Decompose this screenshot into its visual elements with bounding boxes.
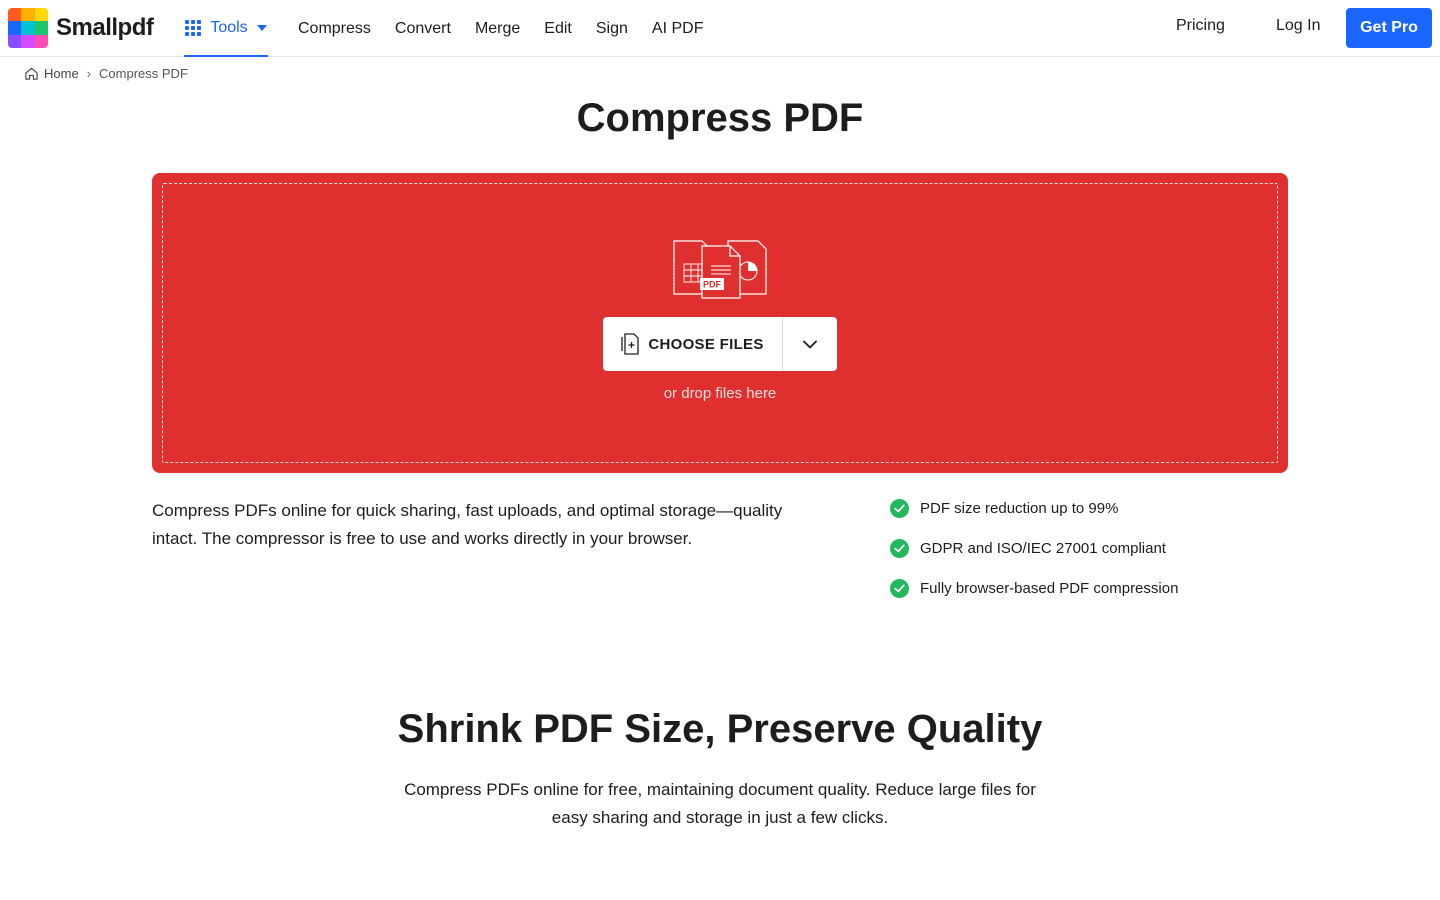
tools-label: Tools — [210, 18, 248, 36]
top-navigation: Smallpdf Tools Compress Convert Merge Ed… — [0, 0, 1440, 57]
main-nav: Compress Convert Merge Edit Sign AI PDF — [298, 0, 727, 57]
nav-merge[interactable]: Merge — [475, 20, 520, 38]
pricing-link[interactable]: Pricing — [1176, 17, 1225, 35]
check-circle-icon — [890, 538, 909, 558]
feature-text: GDPR and ISO/IEC 27001 compliant — [920, 539, 1166, 557]
feature-list: PDF size reduction up to 99% GDPR and IS… — [890, 498, 1178, 618]
svg-text:PDF: PDF — [703, 280, 722, 290]
feature-text: Fully browser-based PDF compression — [920, 579, 1179, 597]
breadcrumb-home[interactable]: Home — [44, 66, 79, 81]
login-link[interactable]: Log In — [1276, 17, 1320, 35]
smallpdf-logo[interactable]: Smallpdf — [8, 8, 154, 48]
section-title: Shrink PDF Size, Preserve Quality — [397, 707, 1043, 751]
feature-item: Fully browser-based PDF compression — [890, 578, 1178, 598]
breadcrumb-separator: › — [86, 66, 92, 81]
documents-illustration-icon: PDF — [673, 240, 767, 299]
choose-source-dropdown[interactable] — [783, 317, 837, 371]
logo-mark-icon — [8, 8, 48, 48]
page-title: Compress PDF — [576, 96, 864, 140]
tool-description: Compress PDFs online for quick sharing, … — [152, 501, 783, 548]
choose-files-label: CHOOSE FILES — [648, 335, 764, 353]
section-description: Compress PDFs online for free, maintaini… — [404, 780, 1036, 827]
home-icon — [25, 67, 38, 80]
nav-convert[interactable]: Convert — [395, 20, 451, 38]
nav-compress[interactable]: Compress — [298, 20, 371, 38]
feature-text: PDF size reduction up to 99% — [920, 499, 1119, 517]
chevron-down-icon — [803, 340, 817, 348]
feature-item: GDPR and ISO/IEC 27001 compliant — [890, 538, 1178, 558]
choose-files-control: CHOOSE FILES — [603, 317, 837, 371]
nav-ai-pdf[interactable]: AI PDF — [652, 20, 704, 38]
get-pro-button[interactable]: Get Pro — [1346, 8, 1432, 48]
logo-text: Smallpdf — [56, 14, 154, 41]
caret-down-icon — [256, 24, 267, 31]
nav-edit[interactable]: Edit — [544, 20, 572, 38]
breadcrumb: Home › Compress PDF — [24, 66, 188, 81]
grid-icon — [185, 19, 202, 36]
feature-item: PDF size reduction up to 99% — [890, 498, 1178, 518]
file-add-icon — [621, 333, 640, 355]
nav-sign[interactable]: Sign — [596, 20, 628, 38]
breadcrumb-current: Compress PDF — [99, 66, 188, 81]
drop-hint: or drop files here — [663, 385, 777, 402]
choose-files-button[interactable]: CHOOSE FILES — [603, 317, 783, 371]
check-circle-icon — [890, 498, 909, 518]
tools-menu-button[interactable]: Tools — [184, 0, 268, 57]
check-circle-icon — [890, 578, 909, 598]
